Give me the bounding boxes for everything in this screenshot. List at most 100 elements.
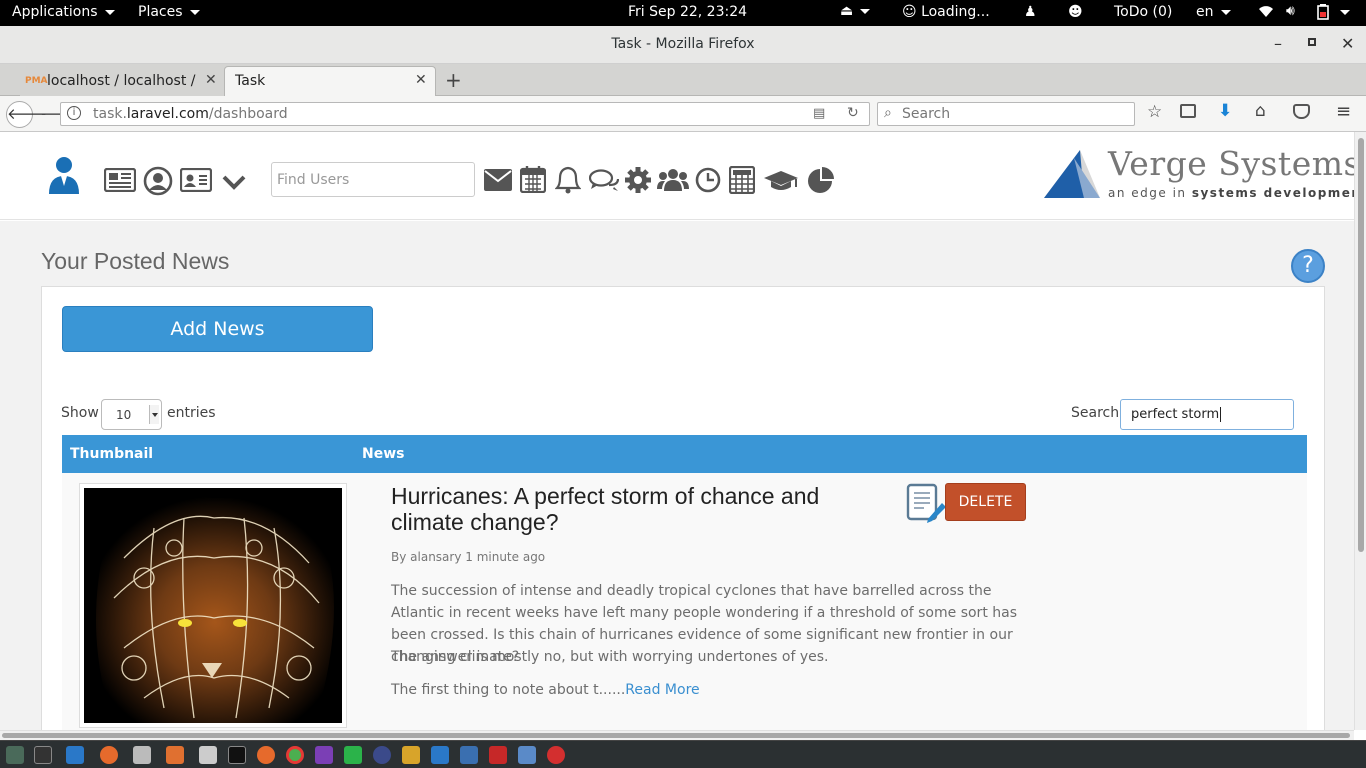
horizontal-scrollbar[interactable] (0, 730, 1354, 740)
add-news-button[interactable]: Add News (62, 306, 373, 352)
wifi-icon[interactable] (1258, 4, 1274, 18)
monkey-icon[interactable]: ☻ (1068, 4, 1083, 20)
news-excerpt: The first thing to note about t......Rea… (391, 682, 700, 698)
find-users-input[interactable]: Find Users (271, 162, 475, 197)
new-tab-button[interactable]: + (445, 68, 462, 92)
phpmyadmin-icon: PMA (25, 76, 48, 86)
sublime-icon[interactable] (402, 746, 420, 764)
back-button[interactable]: 🡐 (6, 101, 47, 128)
news-thumbnail[interactable] (79, 483, 347, 728)
mail-client-icon[interactable] (518, 746, 536, 764)
close-tab-icon[interactable]: ✕ (415, 72, 427, 88)
files-icon[interactable] (133, 746, 151, 764)
eject-icon[interactable]: ⏏ (840, 3, 871, 19)
scrollbar-thumb[interactable] (2, 733, 1350, 738)
vscode-icon[interactable] (431, 746, 449, 764)
help-button[interactable]: ? (1291, 249, 1325, 283)
read-more-link[interactable]: Read More (625, 682, 699, 698)
pocket-icon[interactable] (1293, 104, 1310, 119)
clock[interactable]: Fri Sep 22, 23:24 (628, 4, 747, 20)
logo-name: Verge Systems (1108, 144, 1361, 183)
calculator-icon[interactable] (729, 166, 755, 194)
show-desktop-icon[interactable] (6, 746, 24, 764)
url-bar[interactable]: i task.laravel.com/dashboard ▤ ↻ (60, 102, 870, 126)
minimize-button[interactable]: – (1274, 34, 1282, 53)
user-profile-icon[interactable] (47, 156, 81, 194)
gear-icon[interactable] (625, 167, 651, 193)
close-window-button[interactable]: ✕ (1341, 34, 1354, 53)
people-icon[interactable]: ♟ (1024, 4, 1037, 20)
window-title-bar: Task - Mozilla Firefox – ✕ (0, 26, 1366, 64)
tab-task[interactable]: Task ✕ (224, 66, 436, 96)
text-editor-icon[interactable] (199, 746, 217, 764)
bookmarks-list-icon[interactable] (1180, 104, 1196, 118)
hamburger-menu-icon[interactable]: ≡ (1336, 101, 1351, 122)
reload-icon[interactable]: ↻ (847, 105, 859, 121)
chevron-down-icon[interactable] (221, 174, 247, 190)
app-icon[interactable] (166, 746, 184, 764)
vscode-icon[interactable] (66, 746, 84, 764)
entries-select[interactable]: 10 (101, 399, 162, 430)
id-card-icon[interactable] (180, 168, 212, 192)
language-menu[interactable]: en (1196, 4, 1231, 20)
clock-icon[interactable] (695, 167, 721, 193)
todo-indicator[interactable]: ToDo (0) (1114, 4, 1172, 20)
browser-search-box[interactable]: ⌕ Search (877, 102, 1135, 126)
table-search-label: Search: (1071, 405, 1124, 421)
table-search-input[interactable]: perfect storm (1120, 399, 1294, 430)
ide-icon[interactable] (460, 746, 478, 764)
chrome-icon[interactable] (286, 746, 304, 764)
status-indicator[interactable]: ☺ Loading... (902, 4, 990, 20)
maximize-button[interactable] (1308, 38, 1316, 46)
taskbar (0, 740, 1366, 768)
news-title[interactable]: Hurricanes: A perfect storm of chance an… (391, 483, 891, 535)
leopard-image (84, 488, 342, 723)
volume-icon[interactable]: 🔊︎ (1286, 3, 1295, 19)
unity-icon[interactable] (547, 746, 565, 764)
table-header: Thumbnail News (62, 435, 1307, 473)
applications-menu[interactable]: Applications (12, 4, 115, 20)
battery-icon[interactable] (1316, 4, 1330, 20)
downloads-icon[interactable]: ⬇ (1218, 101, 1232, 121)
main-content: Your Posted News ? Add News Show 10 entr… (0, 221, 1354, 753)
user-circle-icon[interactable] (143, 166, 173, 196)
terminal-icon[interactable] (34, 746, 52, 764)
pycharm-icon[interactable] (344, 746, 362, 764)
info-icon[interactable]: i (67, 106, 81, 120)
chevron-down-icon (189, 9, 200, 15)
phpstorm-icon[interactable] (315, 746, 333, 764)
places-menu[interactable]: Places (138, 4, 200, 20)
graduation-cap-icon[interactable] (763, 170, 799, 192)
vertical-scrollbar[interactable] (1354, 132, 1366, 730)
verge-systems-logo[interactable]: Verge Systems an edge in systems develop… (1044, 144, 1366, 202)
power-menu[interactable] (1340, 4, 1350, 20)
window-title: Task - Mozilla Firefox (611, 36, 755, 52)
calendar-icon[interactable] (520, 165, 546, 193)
firefox-icon[interactable] (100, 746, 118, 764)
mail-icon[interactable] (484, 169, 512, 191)
eclipse-icon[interactable] (373, 746, 391, 764)
close-tab-icon[interactable]: ✕ (205, 72, 217, 88)
home-icon[interactable]: ⌂ (1255, 101, 1266, 121)
tab-localhost[interactable]: PMA localhost / localhost /... ✕ (20, 66, 224, 96)
news-icon[interactable] (104, 168, 136, 192)
chat-icon[interactable] (589, 169, 619, 193)
bookmark-star-icon[interactable]: ☆ (1147, 102, 1162, 122)
col-thumbnail[interactable]: Thumbnail (70, 446, 153, 462)
filezilla-icon[interactable] (489, 746, 507, 764)
chevron-down-icon (104, 9, 115, 15)
news-paragraph: The answer is mostly no, but with worryi… (391, 649, 829, 665)
pie-chart-icon[interactable] (807, 166, 835, 194)
delete-button[interactable]: DELETE (945, 483, 1026, 521)
edit-icon[interactable] (906, 483, 946, 523)
group-icon[interactable] (657, 167, 689, 193)
scrollbar-thumb[interactable] (1358, 138, 1364, 552)
system-top-bar: Applications Places Fri Sep 22, 23:24 ⏏ … (0, 0, 1366, 26)
col-news[interactable]: News (362, 446, 404, 462)
news-panel: Add News Show 10 entries Search: perfect… (41, 286, 1325, 753)
firefox-icon[interactable] (257, 746, 275, 764)
reader-view-icon[interactable]: ▤ (813, 106, 825, 121)
terminal-icon[interactable] (228, 746, 246, 764)
bell-icon[interactable] (555, 166, 581, 194)
navigation-toolbar: 🡐 🡒 i task.laravel.com/dashboard ▤ ↻ ⌕ S… (0, 96, 1366, 132)
